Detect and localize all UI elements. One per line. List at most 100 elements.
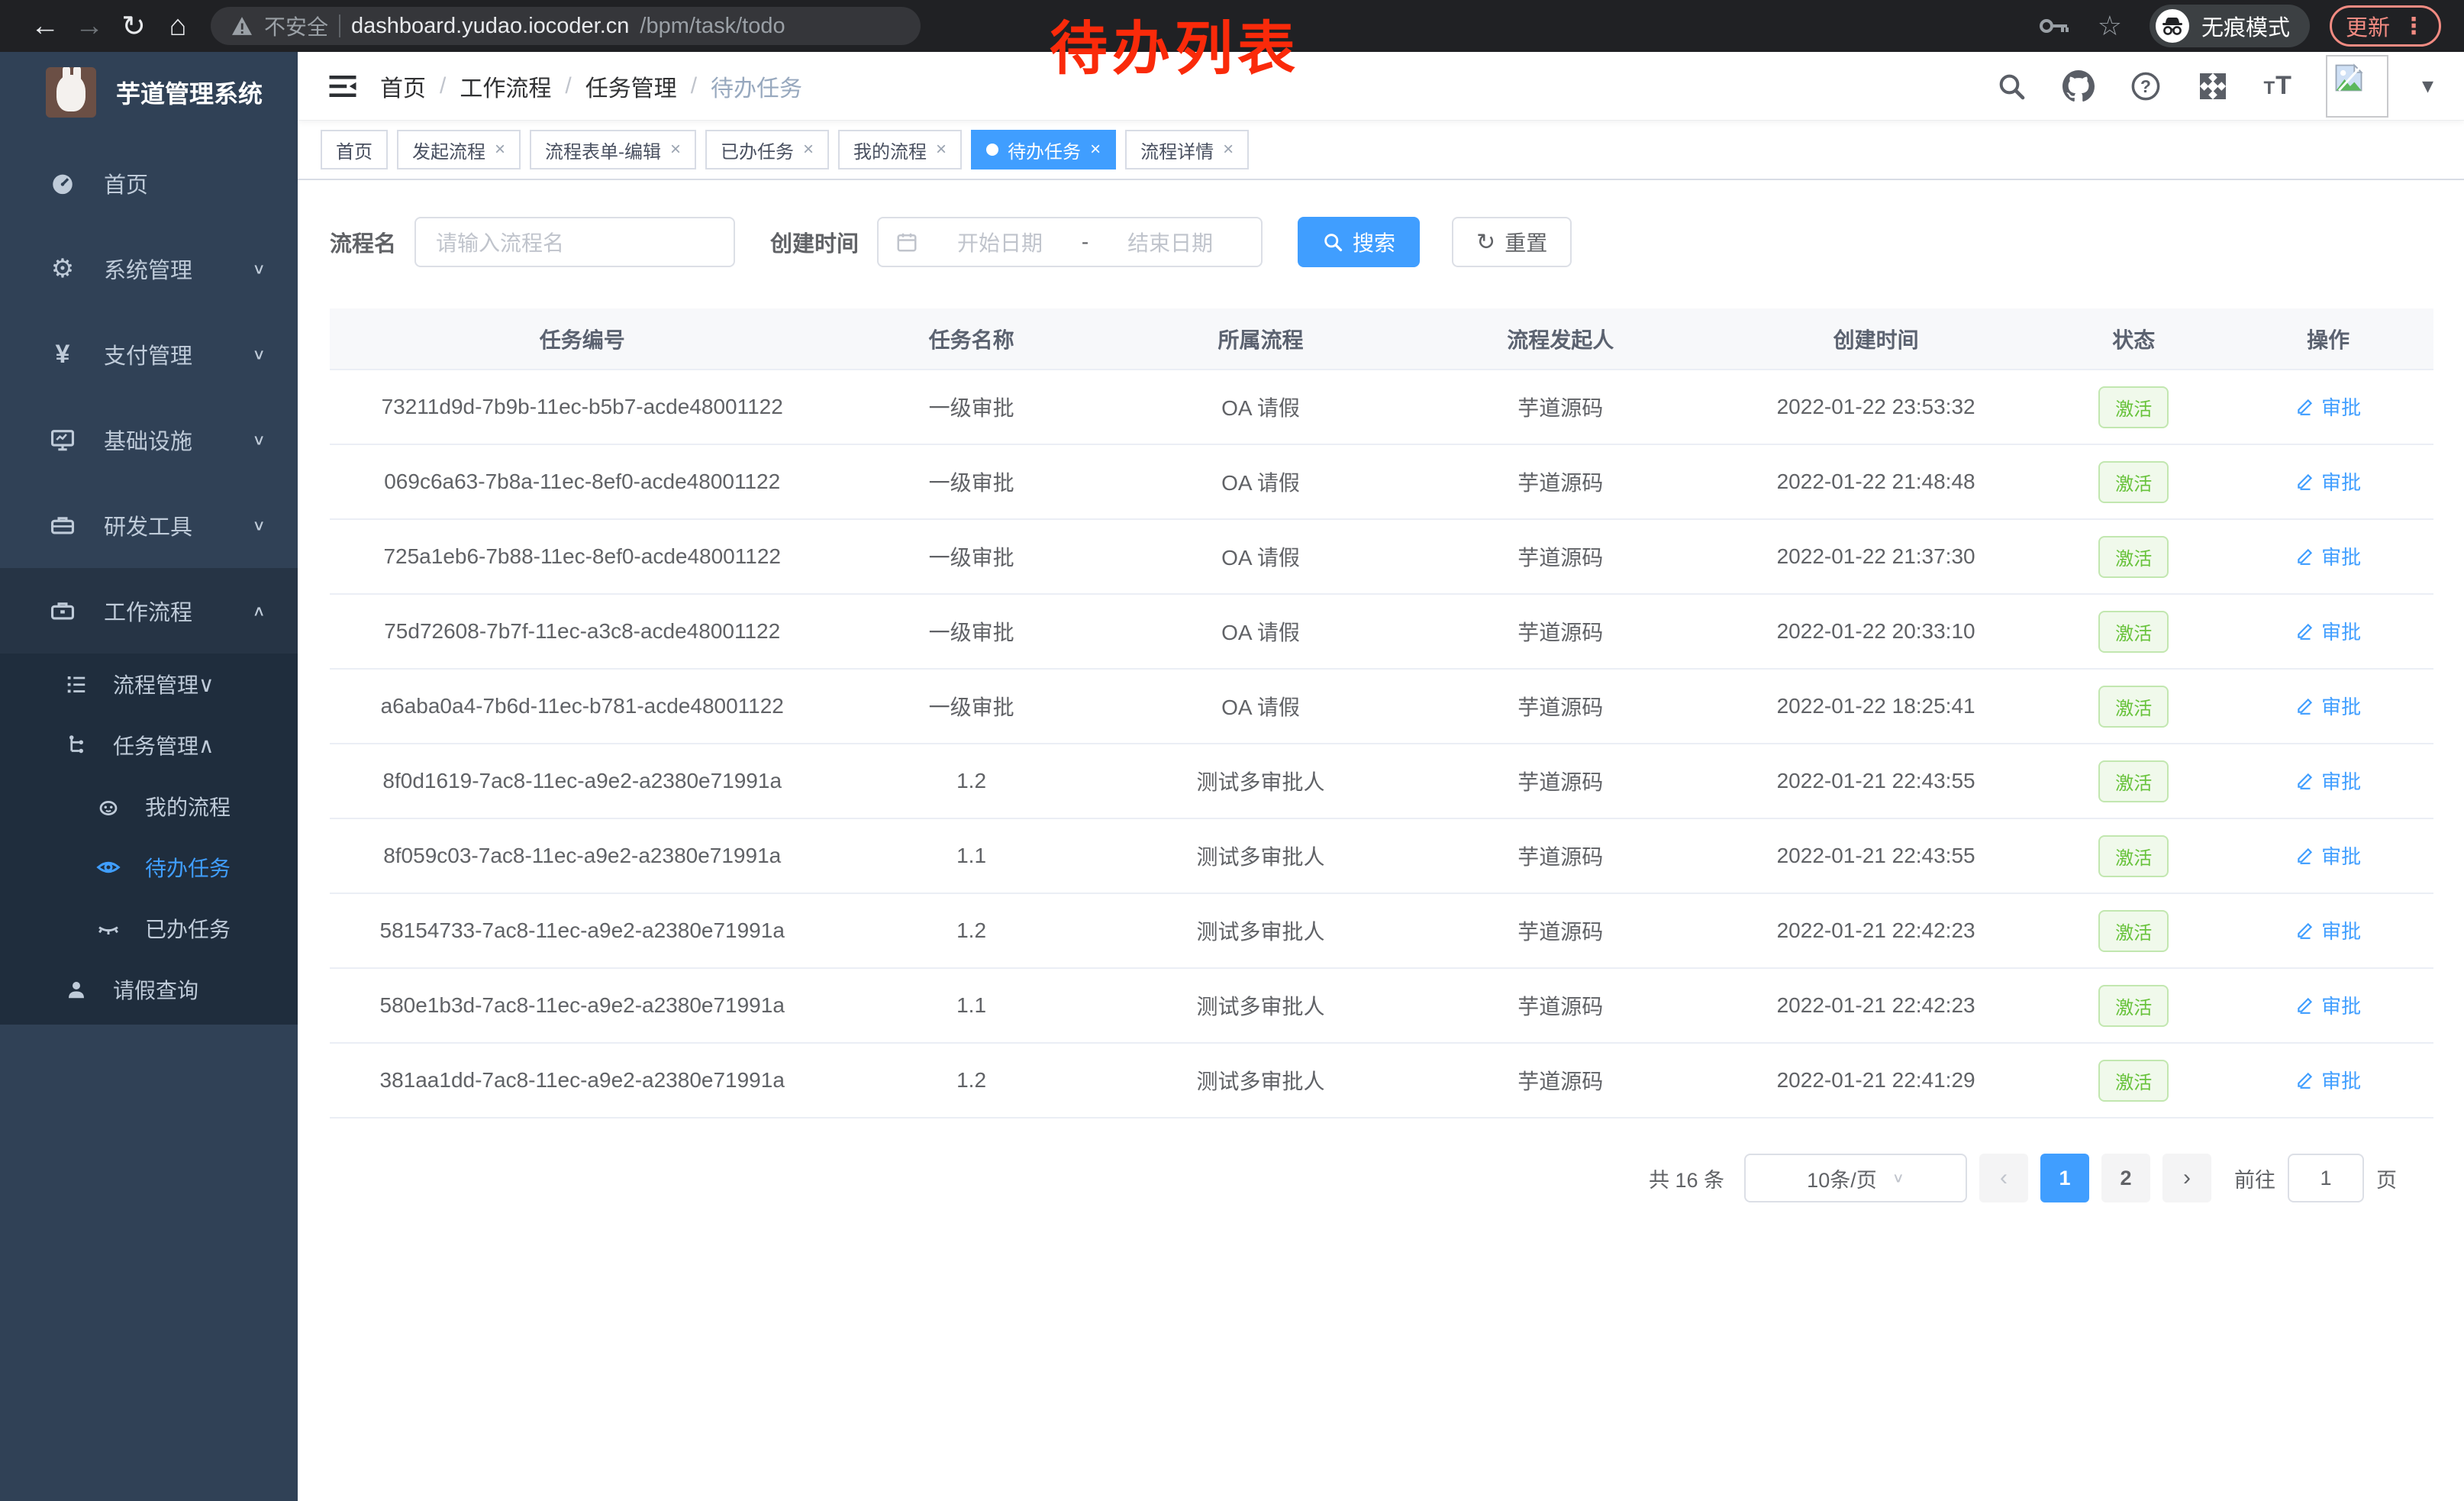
sidebar-item-devtools[interactable]: 研发工具 ∨ <box>0 483 298 568</box>
search-button-label: 搜索 <box>1353 227 1395 257</box>
sidebar-fold-icon[interactable] <box>327 70 359 102</box>
search-icon[interactable] <box>1995 69 2028 103</box>
col-starter: 流程发起人 <box>1413 308 1708 370</box>
bookmark-star-icon[interactable]: ☆ <box>2098 10 2122 42</box>
sidebar-item-task-mgmt[interactable]: 任务管理 ∧ <box>0 715 298 776</box>
approve-link[interactable]: 审批 <box>2295 542 2361 570</box>
font-size-icon[interactable]: TT <box>2263 71 2291 101</box>
cell-starter: 芋道源码 <box>1413 1043 1708 1118</box>
url-host: dashboard.yudao.iocoder.cn <box>351 14 629 39</box>
briefcase-icon <box>47 596 78 626</box>
github-icon[interactable] <box>2062 69 2095 103</box>
view-tag[interactable]: 已办任务 × <box>705 130 829 169</box>
cell-create-time: 2022-01-21 22:42:23 <box>1708 893 2044 968</box>
tag-close-icon[interactable]: × <box>495 139 505 160</box>
tag-close-icon[interactable]: × <box>1223 139 1234 160</box>
cell-process: OA 请假 <box>1108 444 1414 519</box>
cell-create-time: 2022-01-22 21:37:30 <box>1708 519 2044 594</box>
view-tag[interactable]: 流程详情 × <box>1125 130 1249 169</box>
cell-task-id: 8f059c03-7ac8-11ec-a9e2-a2380e71991a <box>330 818 834 893</box>
breadcrumb-task-mgmt[interactable]: 任务管理 <box>585 69 677 103</box>
approve-link-label: 审批 <box>2321 542 2361 570</box>
page-button-2[interactable]: 2 <box>2101 1154 2150 1202</box>
approve-link[interactable]: 审批 <box>2295 692 2361 720</box>
view-tag[interactable]: 我的流程 × <box>838 130 962 169</box>
breadcrumb-separator: / <box>440 73 446 99</box>
fullscreen-icon[interactable] <box>2196 69 2230 103</box>
cell-create-time: 2022-01-22 21:48:48 <box>1708 444 2044 519</box>
prev-arrow-icon: ‹ <box>2000 1165 2008 1191</box>
sidebar-item-process-mgmt[interactable]: 流程管理 ∨ <box>0 654 298 715</box>
approve-link[interactable]: 审批 <box>2295 1066 2361 1094</box>
app-logo-row[interactable]: 芋道管理系统 <box>0 52 298 133</box>
approve-link[interactable]: 审批 <box>2295 916 2361 944</box>
approve-link[interactable]: 审批 <box>2295 392 2361 421</box>
sidebar-item-payment[interactable]: ¥ 支付管理 ∨ <box>0 311 298 397</box>
avatar-caret-icon[interactable]: ▾ <box>2422 73 2433 99</box>
password-key-icon[interactable] <box>2040 17 2070 35</box>
col-process: 所属流程 <box>1108 308 1414 370</box>
view-tag[interactable]: 流程表单-编辑 × <box>530 130 696 169</box>
approve-link[interactable]: 审批 <box>2295 841 2361 870</box>
tree-icon <box>63 731 90 759</box>
cell-task-name: 1.2 <box>834 893 1108 968</box>
address-bar[interactable]: 不安全 dashboard.yudao.iocoder.cn/bpm/task/… <box>211 7 921 45</box>
status-badge: 激活 <box>2098 760 2169 802</box>
tag-close-icon[interactable]: × <box>803 139 814 160</box>
next-page-button[interactable]: › <box>2162 1154 2211 1202</box>
process-name-input[interactable]: 请输入流程名 <box>414 217 735 267</box>
page-size-select[interactable]: 10条/页 ∨ <box>1744 1154 1967 1202</box>
breadcrumb-home[interactable]: 首页 <box>380 69 426 103</box>
search-button[interactable]: 搜索 <box>1298 217 1420 267</box>
table-row: 725a1eb6-7b88-11ec-8ef0-acde48001122 一级审… <box>330 519 2433 594</box>
cell-process: OA 请假 <box>1108 519 1414 594</box>
cell-create-time: 2022-01-21 22:43:55 <box>1708 744 2044 818</box>
browser-update-button[interactable]: 更新 ⋮ <box>2330 5 2441 47</box>
sidebar-item-system[interactable]: ⚙ 系统管理 ∨ <box>0 226 298 311</box>
browser-reload-icon[interactable]: ↻ <box>111 9 156 44</box>
prev-page-button[interactable]: ‹ <box>1979 1154 2028 1202</box>
cell-create-time: 2022-01-21 22:43:55 <box>1708 818 2044 893</box>
approve-link-label: 审批 <box>2321 392 2361 421</box>
goto-page-input[interactable]: 1 <box>2288 1154 2364 1202</box>
sidebar-item-home[interactable]: 首页 <box>0 140 298 226</box>
view-tag[interactable]: 待办任务 × <box>971 130 1116 169</box>
edit-pencil-icon <box>2295 845 2315 865</box>
sidebar-item-workflow[interactable]: 工作流程 ∧ <box>0 568 298 654</box>
view-tag[interactable]: 首页 × <box>321 130 388 169</box>
page-button-1[interactable]: 1 <box>2040 1154 2089 1202</box>
sidebar-item-infra[interactable]: 基础设施 ∨ <box>0 397 298 483</box>
approve-link-label: 审批 <box>2321 692 2361 720</box>
tag-close-icon[interactable]: × <box>1090 139 1101 160</box>
sidebar-item-my-process[interactable]: 我的流程 <box>0 776 298 837</box>
incognito-label: 无痕模式 <box>2201 10 2290 42</box>
sidebar-item-todo-tasks[interactable]: 待办任务 <box>0 837 298 898</box>
cell-task-id: 58154733-7ac8-11ec-a9e2-a2380e71991a <box>330 893 834 968</box>
approve-link[interactable]: 审批 <box>2295 991 2361 1019</box>
security-label[interactable]: 不安全 <box>264 11 328 41</box>
approve-link[interactable]: 审批 <box>2295 467 2361 495</box>
approve-link-label: 审批 <box>2321 467 2361 495</box>
browser-menu-icon[interactable]: ⋮ <box>2402 13 2425 40</box>
browser-forward-icon[interactable]: → <box>67 10 111 43</box>
reset-button[interactable]: ↻ 重置 <box>1452 217 1572 267</box>
approve-link[interactable]: 审批 <box>2295 767 2361 795</box>
tag-close-icon[interactable]: × <box>936 139 947 160</box>
page-suffix: 页 <box>2376 1164 2397 1193</box>
yen-icon: ¥ <box>47 339 78 370</box>
browser-home-icon[interactable]: ⌂ <box>156 10 200 43</box>
tag-close-icon[interactable]: × <box>670 139 681 160</box>
approve-link[interactable]: 审批 <box>2295 617 2361 645</box>
user-avatar[interactable] <box>2326 55 2388 118</box>
help-icon[interactable]: ? <box>2129 69 2162 103</box>
status-badge: 激活 <box>2098 611 2169 653</box>
sidebar-item-leave-query[interactable]: 请假查询 <box>0 959 298 1020</box>
browser-back-icon[interactable]: ← <box>23 10 67 43</box>
date-range-picker[interactable]: 开始日期 - 结束日期 <box>877 217 1263 267</box>
breadcrumb-workflow[interactable]: 工作流程 <box>460 69 551 103</box>
cell-starter: 芋道源码 <box>1413 444 1708 519</box>
sidebar-item-done-tasks[interactable]: 已办任务 <box>0 898 298 959</box>
cell-task-id: 73211d9d-7b9b-11ec-b5b7-acde48001122 <box>330 370 834 444</box>
incognito-badge[interactable]: 无痕模式 <box>2150 5 2310 47</box>
view-tag[interactable]: 发起流程 × <box>397 130 521 169</box>
